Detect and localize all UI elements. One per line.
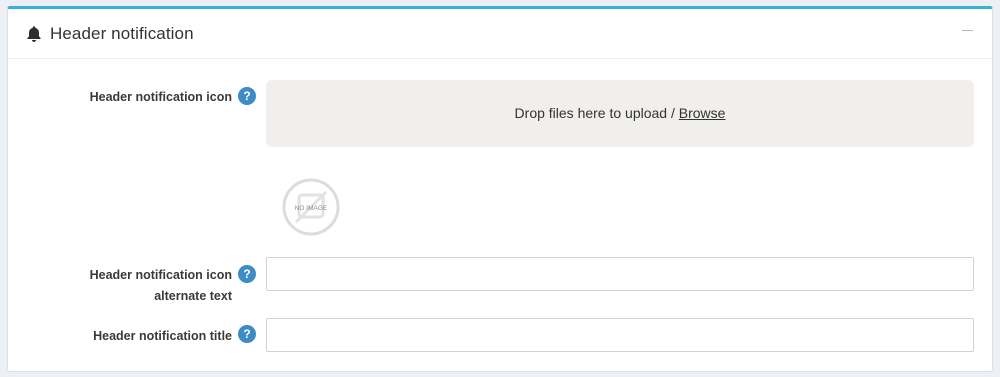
title-label: Header notification title xyxy=(93,329,232,343)
no-image-text: NO IMAGE xyxy=(295,205,328,212)
help-icon[interactable]: ? xyxy=(238,325,256,343)
file-dropzone[interactable]: Drop files here to upload / Browse xyxy=(266,80,974,147)
browse-link[interactable]: Browse xyxy=(679,105,726,121)
panel-header: Header notification xyxy=(8,9,992,59)
title-input[interactable] xyxy=(266,318,974,352)
help-icon[interactable]: ? xyxy=(238,265,256,283)
no-image-icon: NO IMAGE xyxy=(282,178,340,236)
help-icon[interactable]: ? xyxy=(238,87,256,105)
alt-text-input[interactable] xyxy=(266,257,974,291)
minus-icon[interactable] xyxy=(962,24,974,36)
panel-title: Header notification xyxy=(50,24,194,43)
alt-text-label-line1: Header notification icon xyxy=(89,268,232,282)
bell-icon xyxy=(27,26,41,42)
header-notification-panel: Header notification Header notification … xyxy=(7,6,993,372)
dropzone-text: Drop files here to upload / xyxy=(514,105,679,121)
icon-label: Header notification icon xyxy=(89,90,232,104)
alt-text-label-line2: alternate text xyxy=(154,289,232,303)
